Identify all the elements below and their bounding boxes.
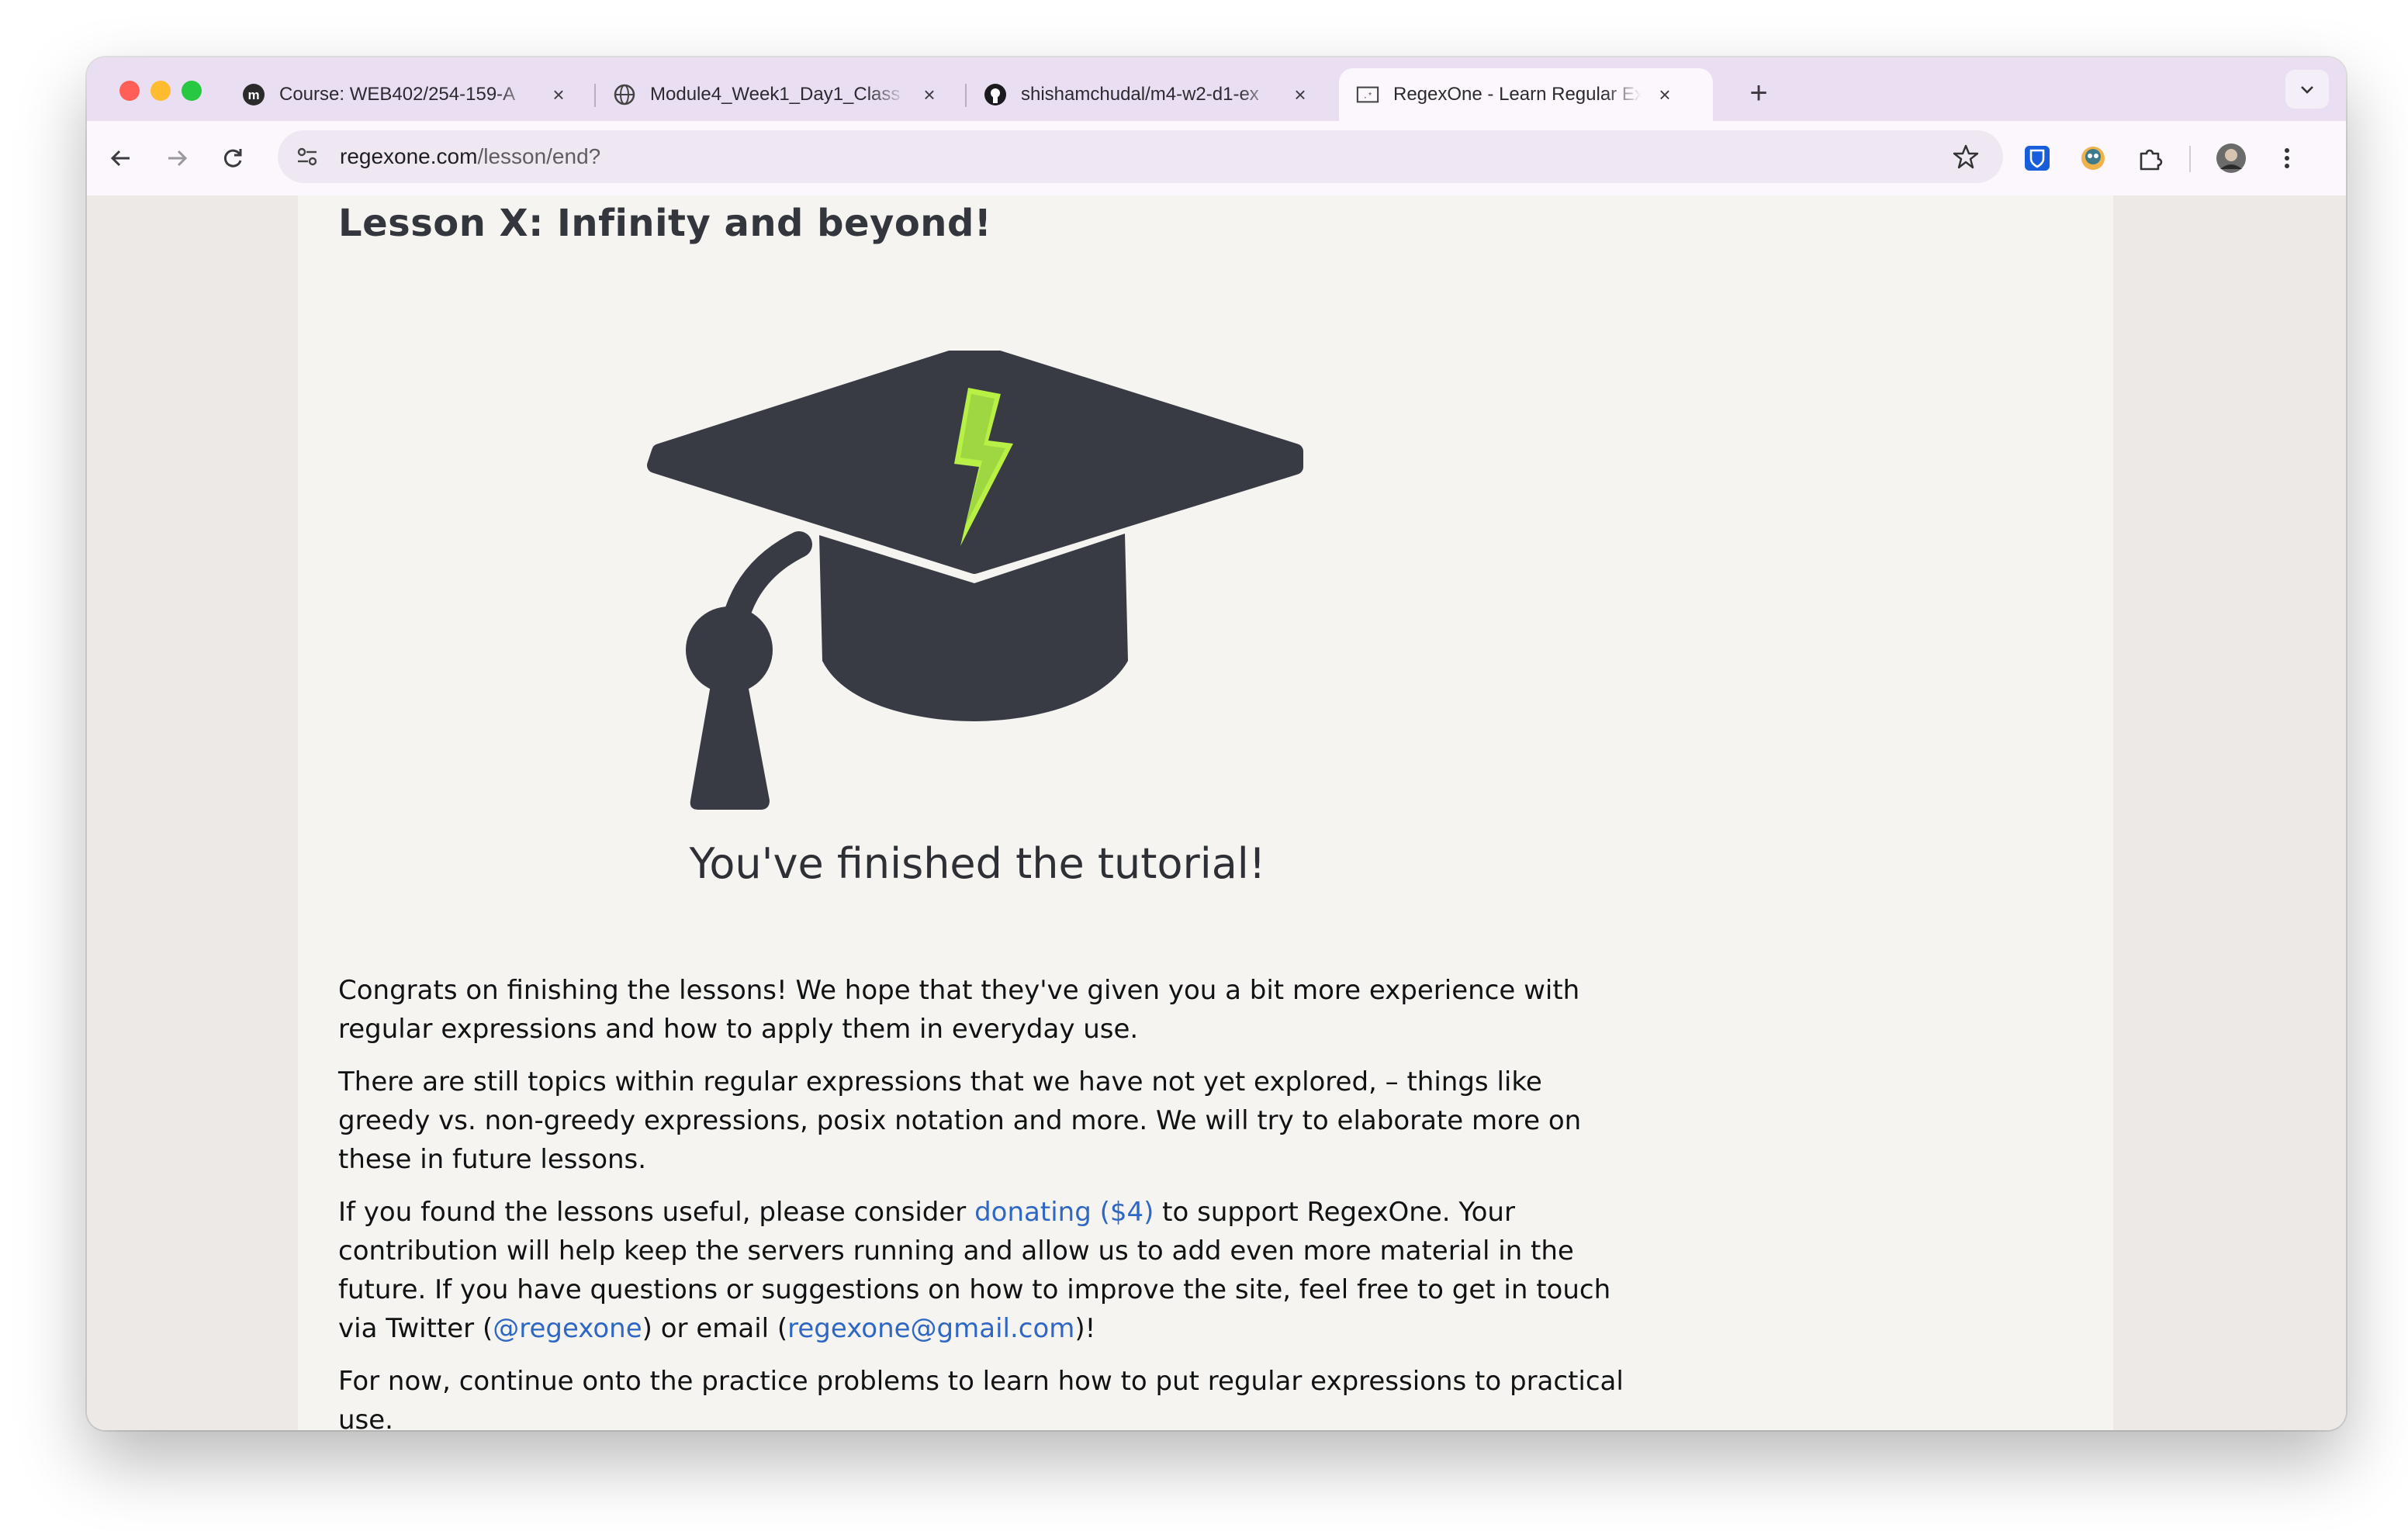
lesson-body: Congrats on finishing the lessons! We ho…	[338, 971, 1626, 1430]
lesson-content: Lesson X: Infinity and beyond! You've fi…	[298, 195, 2113, 1430]
svg-text:m: m	[247, 88, 259, 102]
practice-paragraph: For now, continue onto the practice prob…	[338, 1366, 1624, 1430]
site-settings-icon[interactable]	[293, 143, 321, 175]
tab-search-button[interactable]	[2285, 70, 2329, 109]
tab-module4-week1[interactable]: Module4_Week1_Day1_Class ×	[596, 68, 954, 121]
address-bar[interactable]: regexone.com/lesson/end?	[278, 130, 2003, 183]
more-menu-icon[interactable]	[2268, 140, 2306, 177]
bookmark-star-icon[interactable]	[1952, 143, 1980, 175]
close-icon[interactable]: ×	[919, 83, 940, 107]
tab-title: Module4_Week1_Day1_Class	[650, 84, 901, 105]
forward-button[interactable]	[158, 140, 195, 177]
bitwarden-extension-icon[interactable]	[2019, 140, 2056, 177]
lesson-title: Lesson X: Infinity and beyond!	[338, 202, 992, 245]
tab-title: shishamchudal/m4-w2-d1-ex	[1021, 84, 1259, 105]
toolbar-divider	[2189, 146, 2191, 172]
window-maximize-button[interactable]	[182, 81, 202, 101]
email-link[interactable]: regexone@gmail.com	[787, 1313, 1074, 1344]
tab-title: Course: WEB402/254-159-A	[279, 84, 516, 105]
tab-title: RegexOne - Learn Regular Ex	[1393, 84, 1642, 105]
chevron-down-icon	[2301, 86, 2313, 94]
back-button[interactable]	[102, 140, 140, 177]
url-path: /lesson/end?	[477, 144, 601, 168]
graduation-cap-icon	[647, 351, 1303, 810]
avatar-extension-icon[interactable]	[2074, 140, 2112, 177]
window-close-button[interactable]	[119, 81, 140, 101]
support-paragraph: If you found the lessons useful, please …	[338, 1193, 1626, 1348]
new-tab-button[interactable]: +	[1739, 74, 1778, 113]
reload-icon	[223, 149, 242, 168]
reload-button[interactable]	[214, 140, 251, 177]
arrow-right-icon	[168, 150, 188, 167]
arrow-left-icon	[110, 150, 130, 167]
globe-icon	[613, 83, 636, 106]
browser-window: m Course: WEB402/254-159-A × Module4_Wee…	[87, 57, 2346, 1430]
topics-paragraph: There are still topics within regular ex…	[338, 1066, 1582, 1175]
tab-course-web402[interactable]: m Course: WEB402/254-159-A ×	[225, 68, 583, 121]
url-domain: regexone.com	[340, 144, 478, 168]
tab-regexone[interactable]: .* RegexOne - Learn Regular Ex ×	[1339, 68, 1713, 121]
twitter-link[interactable]: @regexone	[493, 1313, 642, 1344]
support-text: )!	[1074, 1313, 1096, 1344]
close-icon[interactable]: ×	[548, 83, 569, 107]
window-minimize-button[interactable]	[150, 81, 171, 101]
tab-github-repo[interactable]: shishamchudal/m4-w2-d1-ex ×	[967, 68, 1325, 121]
support-text: If you found the lessons useful, please …	[338, 1197, 975, 1228]
puzzle-extensions-icon[interactable]	[2132, 140, 2169, 177]
github-icon	[984, 83, 1007, 106]
moodle-icon: m	[242, 83, 265, 106]
page-viewport: Lesson X: Infinity and beyond! You've fi…	[87, 195, 2346, 1430]
tab-strip: m Course: WEB402/254-159-A × Module4_Wee…	[87, 57, 2346, 121]
congrats-paragraph: Congrats on finishing the lessons! We ho…	[338, 975, 1580, 1045]
tutorial-finished-heading: You've finished the tutorial!	[689, 839, 1266, 888]
support-text: ) or email (	[642, 1313, 788, 1344]
profile-avatar[interactable]	[2213, 140, 2250, 177]
svg-text:.*: .*	[1363, 92, 1372, 102]
url-text[interactable]: regexone.com/lesson/end?	[340, 144, 600, 169]
donate-link[interactable]: donating ($4)	[974, 1197, 1154, 1228]
close-icon[interactable]: ×	[1654, 83, 1676, 107]
close-icon[interactable]: ×	[1289, 83, 1311, 107]
regexone-icon: .*	[1356, 83, 1379, 106]
browser-toolbar: regexone.com/lesson/end?	[87, 121, 2346, 197]
